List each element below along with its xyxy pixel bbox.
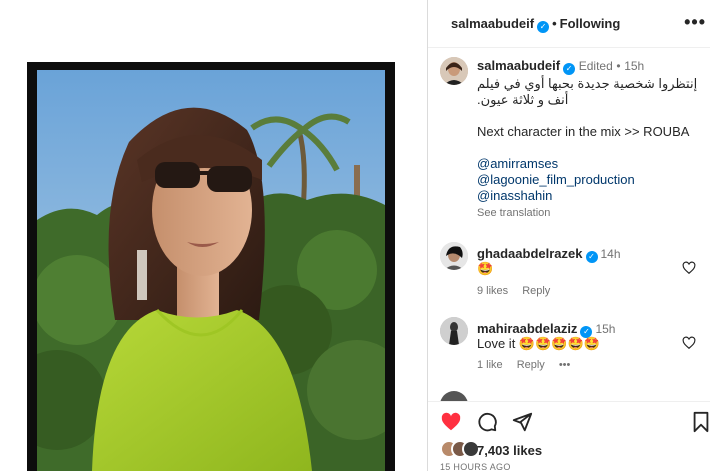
verified-icon: ✓ bbox=[563, 63, 576, 75]
verified-icon: ✓ bbox=[537, 21, 550, 33]
comment-username[interactable]: mahiraabdelaziz bbox=[477, 321, 577, 336]
comment-actions: 9 likes Reply bbox=[477, 285, 564, 297]
reply-button[interactable]: Reply bbox=[522, 285, 550, 297]
comments-scroll-area[interactable]: salmaabudeif ✓ Edited • 15h إنتظروا شخصية… bbox=[428, 49, 710, 401]
post-side-panel: salmaabudeif ✓ • Following ••• salmaabudeif… bbox=[428, 0, 710, 471]
bookmark-icon[interactable] bbox=[690, 411, 710, 433]
comment-text: Love it 🤩🤩🤩🤩🤩 bbox=[477, 336, 600, 351]
avatar-image bbox=[440, 57, 468, 85]
heart-filled-icon[interactable] bbox=[440, 411, 462, 433]
comment-time: 15h bbox=[595, 322, 616, 336]
comment-avatar[interactable] bbox=[440, 391, 468, 401]
post-header: salmaabudeif ✓ • Following ••• bbox=[428, 0, 710, 48]
action-bar: 7,403 likes 15 HOURS AGO bbox=[428, 401, 710, 471]
comment-username[interactable]: ghadaabdelrazek bbox=[477, 246, 583, 261]
caption-line-english: Next character in the mix >> ROUBA bbox=[477, 124, 690, 139]
following-button[interactable]: Following bbox=[560, 16, 621, 31]
likes-count[interactable]: 7,403 likes bbox=[477, 443, 542, 458]
post-photo[interactable] bbox=[37, 70, 385, 471]
comment-likes[interactable]: 9 likes bbox=[477, 285, 508, 297]
reply-button[interactable]: Reply bbox=[517, 359, 545, 371]
photo-frame bbox=[27, 62, 395, 471]
like-comment-icon[interactable] bbox=[682, 336, 696, 350]
caption-avatar[interactable] bbox=[440, 57, 468, 85]
caption-separator: • bbox=[616, 59, 621, 73]
comment-actions: 1 like Reply ••• bbox=[477, 359, 584, 371]
post-timestamp[interactable]: 15 HOURS AGO bbox=[440, 462, 511, 471]
caption-text: إنتظروا شخصية جديدة بحبها أوي في فيلم أن… bbox=[477, 76, 707, 204]
share-icon[interactable] bbox=[511, 411, 533, 433]
comment-time: 14h bbox=[600, 247, 621, 261]
comment-text: 🤩 bbox=[477, 261, 494, 276]
mention-link[interactable]: @lagoonie_film_production bbox=[477, 172, 707, 188]
post-image bbox=[37, 70, 385, 471]
avatar-image bbox=[440, 317, 468, 345]
avatar-image bbox=[440, 242, 468, 270]
like-comment-icon[interactable] bbox=[682, 261, 696, 275]
comment-more-icon[interactable]: ••• bbox=[559, 359, 571, 371]
header-user-line: salmaabudeif ✓ • Following bbox=[451, 16, 620, 33]
caption-header: salmaabudeif ✓ Edited • 15h bbox=[477, 58, 644, 75]
mention-link[interactable]: @inasshahin bbox=[477, 188, 707, 204]
mention-link[interactable]: @amirramses bbox=[477, 156, 707, 172]
see-translation-link[interactable]: See translation bbox=[477, 207, 550, 219]
comment-header: ghadaabdelrazek ✓ 14h bbox=[477, 245, 621, 263]
caption-username[interactable]: salmaabudeif bbox=[477, 58, 560, 73]
comment-likes[interactable]: 1 like bbox=[477, 359, 503, 371]
comment-avatar[interactable] bbox=[440, 317, 468, 345]
media-pane bbox=[0, 0, 427, 471]
comment-avatar[interactable] bbox=[440, 242, 468, 270]
header-username[interactable]: salmaabudeif bbox=[451, 16, 534, 31]
caption-line-arabic-2: أنف و ثلاثة عيون. bbox=[477, 92, 569, 107]
verified-icon: ✓ bbox=[585, 251, 598, 263]
caption-time: 15h bbox=[624, 59, 645, 73]
more-horizontal-icon[interactable]: ••• bbox=[684, 12, 706, 33]
header-separator: • bbox=[552, 16, 557, 31]
caption-line-arabic-1: إنتظروا شخصية جديدة بحبها أوي في فيلم bbox=[477, 76, 698, 91]
comment-icon[interactable] bbox=[476, 411, 498, 433]
edited-label: Edited bbox=[578, 59, 613, 73]
